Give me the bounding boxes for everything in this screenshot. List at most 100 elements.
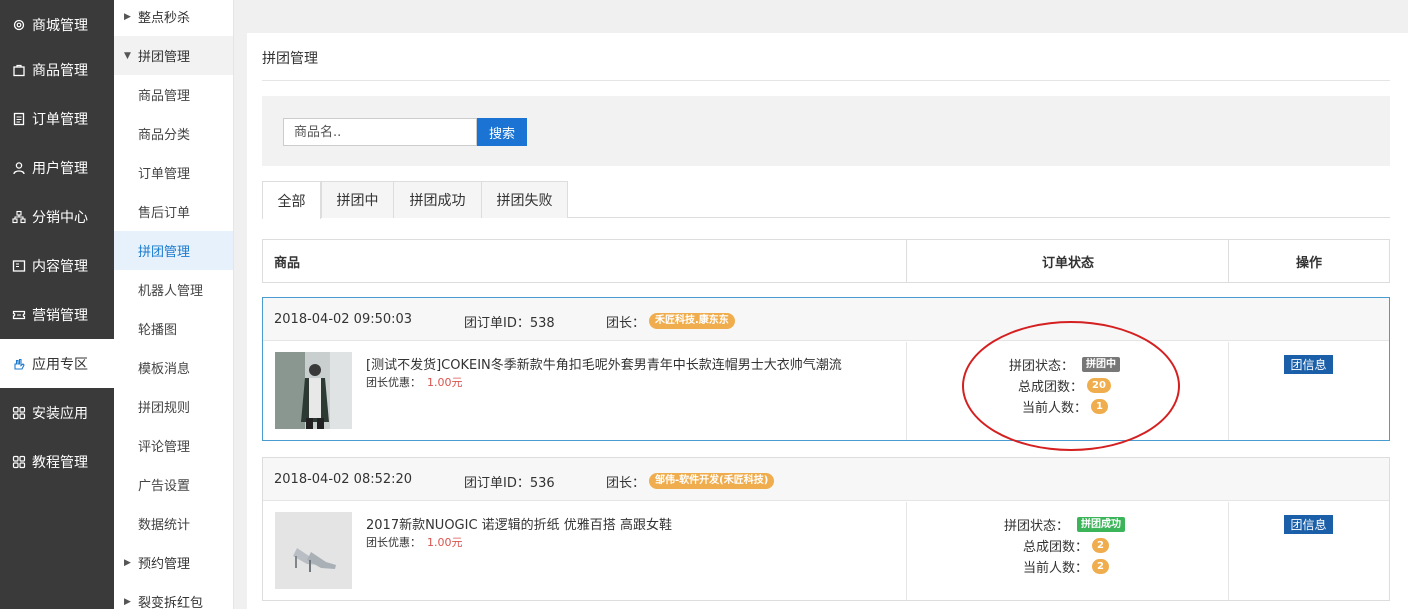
count-badge: 2 [1092,559,1110,574]
nav-item-content[interactable]: 内容管理 [0,241,114,290]
nav-item-orders[interactable]: 订单管理 [0,94,114,143]
nav-item-marketing[interactable]: 营销管理 [0,290,114,339]
caret-right-icon: ▶ [124,557,131,568]
search-button[interactable]: 搜索 [477,118,527,146]
current-members-row: 当前人数： 1 [1022,397,1109,416]
nav-item-label: 订单管理 [32,111,88,128]
divider [906,342,907,440]
nav-item-distribution[interactable]: 分销中心 [0,192,114,241]
order-card: 2018-04-02 09:50:03 团订单ID：538 团长： 禾匠科技.康… [262,297,1390,441]
divider [1228,502,1229,600]
sub-item-label: 拼团管理 [138,50,191,65]
status-label: 拼团状态： [1009,359,1075,374]
sub-group-red-packet[interactable]: ▶ 裂变拆红包 [114,582,233,609]
sub-item-carousel[interactable]: 轮播图 [114,309,233,348]
leader-label: 团长： [606,476,646,491]
product-name[interactable]: 2017新款NUOGIC 诺逻辑的折纸 优雅百搭 高跟女鞋 [366,514,672,533]
search-area: 搜索 [262,96,1390,166]
column-header-actions: 操作 [1295,255,1322,271]
product-thumbnail[interactable] [275,512,352,589]
leader-discount: 团长优惠： 1.00元 [366,374,463,390]
status-label: 拼团状态： [1004,519,1070,534]
tab-in-progress[interactable]: 拼团中 [321,181,394,218]
order-header: 2018-04-02 08:52:20 团订单ID：536 团长： 邹伟-软件开… [263,458,1389,501]
sub-item-template-msg[interactable]: 模板消息 [114,348,233,387]
total-groups-row: 总成团数： 2 [1023,536,1110,555]
sub-item-aftersale[interactable]: 售后订单 [114,192,233,231]
bag-icon [12,63,26,77]
table-header: 商品 订单状态 操作 [262,239,1390,283]
tab-all[interactable]: 全部 [262,181,321,219]
nav-item-tutorials[interactable]: 教程管理 [0,437,114,486]
group-order-id: 团订单ID：536 [464,476,555,491]
sub-item-categories[interactable]: 商品分类 [114,114,233,153]
sub-item-orders[interactable]: 订单管理 [114,153,233,192]
sub-item-label: 拼团规则 [138,401,191,416]
sub-item-stats[interactable]: 数据统计 [114,504,233,543]
sub-item-label: 售后订单 [138,206,191,221]
nav-item-products[interactable]: 商品管理 [0,45,114,94]
sub-group-group-buy[interactable]: ▼ 拼团管理 [114,36,233,75]
sub-item-ads[interactable]: 广告设置 [114,465,233,504]
group-status-row: 拼团状态： 拼团中 [1009,355,1121,374]
content-icon [12,259,26,273]
discount-label: 团长优惠： [366,376,421,389]
group-info-button[interactable]: 团信息 [1284,355,1333,374]
main-panel: 拼团管理 搜索 全部 拼团中 拼团成功 拼团失败 商品 订单状态 操作 2018… [247,33,1408,609]
sub-item-comments[interactable]: 评论管理 [114,426,233,465]
nav-item-label: 商品管理 [32,62,88,79]
sub-item-label: 整点秒杀 [138,11,191,26]
group-info-button[interactable]: 团信息 [1284,515,1333,534]
nav-item-label: 用户管理 [32,160,88,177]
leader-badge: 邹伟-软件开发(禾匠科技) [649,473,775,489]
discount-price: 1.00元 [427,376,463,389]
column-header-product: 商品 [274,255,301,271]
order-time: 2018-04-02 08:52:20 [274,472,413,487]
ticket-icon [12,308,26,322]
sub-item-products[interactable]: 商品管理 [114,75,233,114]
group-status-row: 拼团状态： 拼团成功 [1004,515,1126,534]
current-members-row: 当前人数： 2 [1023,557,1110,576]
nav-item-label: 营销管理 [32,307,88,324]
divider [262,80,1390,81]
caret-down-icon: ▼ [124,50,131,61]
sub-item-group-manage[interactable]: 拼团管理 [114,231,233,270]
sub-item-label: 拼团管理 [138,245,191,260]
sub-item-label: 预约管理 [138,557,191,572]
current-label: 当前人数： [1022,401,1088,416]
nav-item-apps[interactable]: 应用专区 [0,339,114,388]
network-icon [12,210,26,224]
tab-success[interactable]: 拼团成功 [393,181,482,218]
sub-item-label: 订单管理 [138,167,191,182]
main-nav: 商城管理 商品管理 订单管理 用户管理 分销中心 内容管理 营销管理 应用专区 … [0,0,114,609]
grid-icon [12,406,26,420]
nav-item-install-apps[interactable]: 安装应用 [0,388,114,437]
count-badge: 2 [1092,538,1110,553]
nav-item-users[interactable]: 用户管理 [0,143,114,192]
discount-label: 团长优惠： [366,536,421,549]
search-input[interactable] [283,118,477,146]
discount-price: 1.00元 [427,536,463,549]
nav-item-label: 商城管理 [32,17,88,34]
order-header: 2018-04-02 09:50:03 团订单ID：538 团长： 禾匠科技.康… [263,298,1389,341]
sub-group-flash-sale[interactable]: ▶ 整点秒杀 [114,0,233,36]
product-thumbnail[interactable] [275,352,352,429]
tab-failed[interactable]: 拼团失败 [481,181,568,218]
leader-discount: 团长优惠： 1.00元 [366,534,463,550]
total-groups-row: 总成团数： 20 [1018,376,1111,395]
nav-item-label: 安装应用 [32,405,88,422]
order-time: 2018-04-02 09:50:03 [274,312,413,327]
status-tabs: 全部 拼团中 拼团成功 拼团失败 [262,181,1390,219]
sub-nav: ▶ 整点秒杀 ▼ 拼团管理 商品管理 商品分类 订单管理 售后订单 拼团管理 机… [114,0,234,609]
sub-item-label: 轮播图 [138,323,178,338]
product-name[interactable]: [测试不发货]COKEIN冬季新款牛角扣毛呢外套男青年中长款连帽男士大衣帅气潮流 [366,354,842,373]
nav-item-mall[interactable]: 商城管理 [0,0,114,49]
leader-badge: 禾匠科技.康东东 [649,313,735,329]
sub-item-robots[interactable]: 机器人管理 [114,270,233,309]
divider [906,502,907,600]
leader-label: 团长： [606,316,646,331]
total-label: 总成团数： [1018,380,1084,395]
sub-item-group-rules[interactable]: 拼团规则 [114,387,233,426]
current-label: 当前人数： [1023,561,1089,576]
sub-group-booking[interactable]: ▶ 预约管理 [114,543,233,582]
